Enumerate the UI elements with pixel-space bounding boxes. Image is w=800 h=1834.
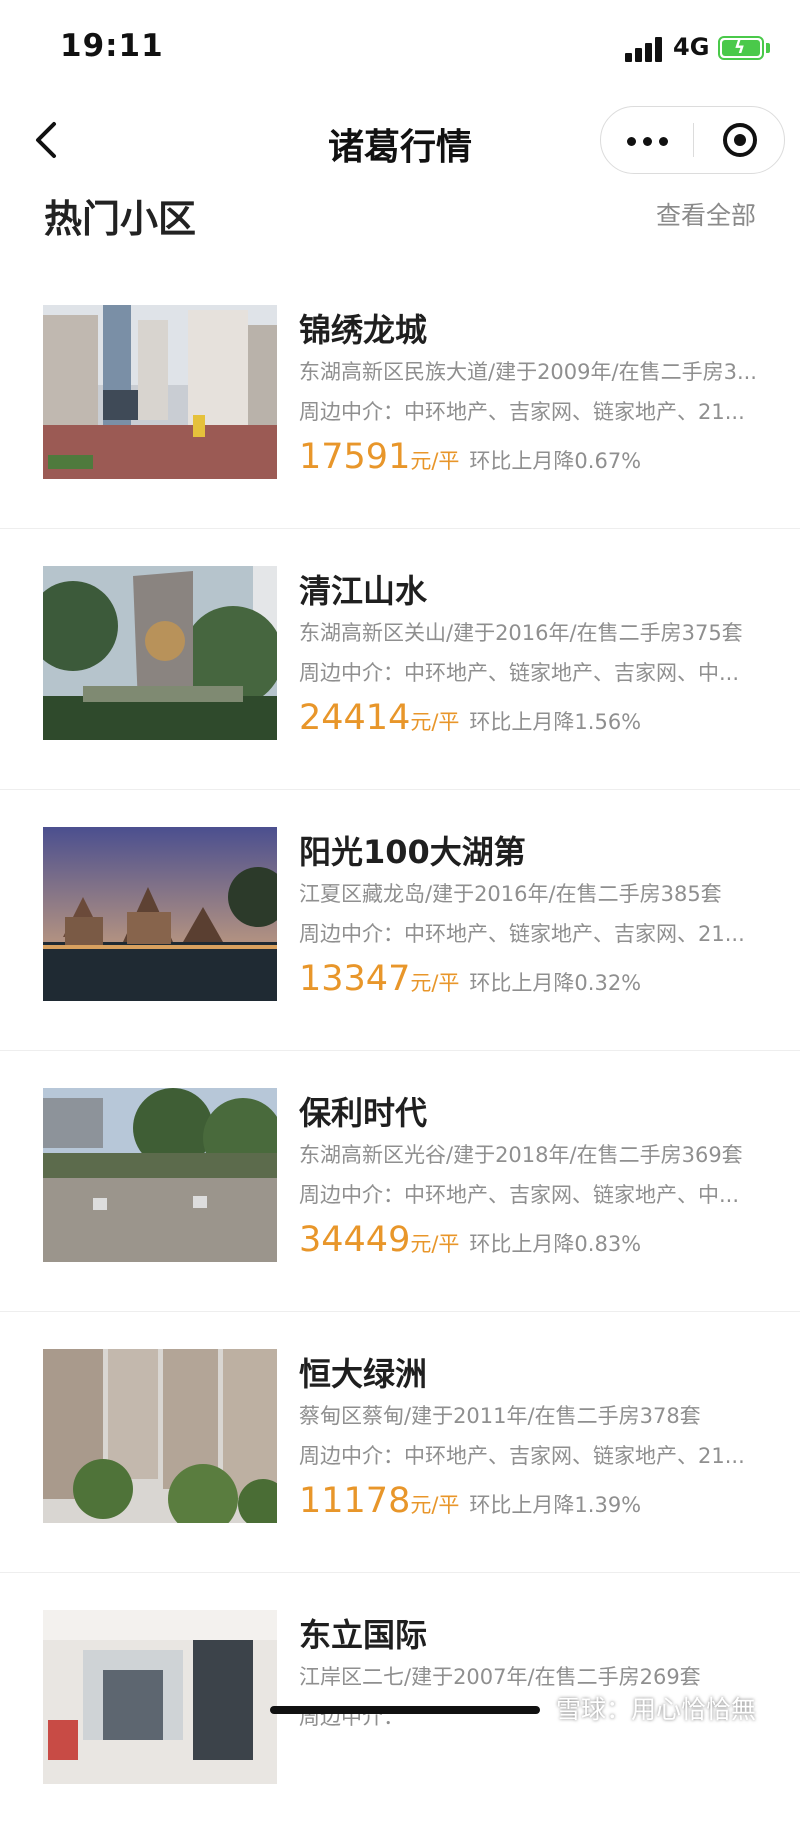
community-photo xyxy=(43,827,277,1001)
price-change: 环比上月降0.32% xyxy=(469,971,642,995)
miniprogram-capsule xyxy=(600,106,785,174)
network-type: 4G xyxy=(673,33,710,61)
price-value: 17591 xyxy=(299,437,411,477)
watermark: 雪球：用心恰恰無 xyxy=(556,1695,757,1724)
community-list: 锦绣龙城 东湖高新区民族大道/建于2009年/在售二手房3... 周边中介：中环… xyxy=(0,268,800,1834)
price-change: 环比上月降1.39% xyxy=(469,1493,642,1517)
price-change: 环比上月降1.56% xyxy=(469,710,642,734)
community-detail: 东湖高新区光谷/建于2018年/在售二手房369套 xyxy=(299,1143,743,1167)
community-agents: 周边中介：中环地产、吉家网、链家地产、21... xyxy=(299,1444,745,1468)
price-unit: 元/平 xyxy=(410,710,460,734)
price-value: 13347 xyxy=(299,959,411,999)
community-item[interactable]: 清江山水 东湖高新区关山/建于2016年/在售二手房375套 周边中介：中环地产… xyxy=(0,529,800,790)
community-item[interactable]: 阳光100大湖第 江夏区藏龙岛/建于2016年/在售二手房385套 周边中介：中… xyxy=(0,790,800,1051)
section-title: 热门小区 xyxy=(44,197,197,241)
community-agents: 周边中介：中环地产、链家地产、吉家网、21... xyxy=(299,922,745,946)
community-name: 锦绣龙城 xyxy=(299,311,428,349)
community-name: 东立国际 xyxy=(299,1616,428,1654)
community-item[interactable]: 锦绣龙城 东湖高新区民族大道/建于2009年/在售二手房3... 周边中介：中环… xyxy=(0,268,800,529)
price-unit: 元/平 xyxy=(410,971,460,995)
price-unit: 元/平 xyxy=(410,1232,460,1256)
community-photo xyxy=(43,1088,277,1262)
community-item[interactable]: 恒大绿洲 蔡甸区蔡甸/建于2011年/在售二手房378套 周边中介：中环地产、吉… xyxy=(0,1312,800,1573)
community-agents: 周边中介：中环地产、吉家网、链家地产、中... xyxy=(299,1183,740,1207)
battery-charging-icon: ϟ xyxy=(718,36,764,60)
home-indicator[interactable] xyxy=(270,1706,540,1714)
community-detail: 东湖高新区关山/建于2016年/在售二手房375套 xyxy=(299,621,743,645)
community-photo xyxy=(43,1610,277,1784)
battery-tip xyxy=(766,43,770,53)
price-unit: 元/平 xyxy=(410,449,460,473)
community-detail: 东湖高新区民族大道/建于2009年/在售二手房3... xyxy=(299,360,757,384)
close-target-icon[interactable] xyxy=(721,121,759,159)
community-agents: 周边中介：中环地产、链家地产、吉家网、中... xyxy=(299,661,740,685)
community-name: 清江山水 xyxy=(299,572,428,610)
price-value: 24414 xyxy=(299,698,411,738)
price-row: 17591元/平 环比上月降0.67% xyxy=(299,432,759,482)
nav-bar: 诸葛行情 xyxy=(0,100,800,180)
community-agents: 周边中介：中环地产、吉家网、链家地产、21... xyxy=(299,400,745,424)
price-change: 环比上月降0.67% xyxy=(469,449,642,473)
community-item[interactable]: 保利时代 东湖高新区光谷/建于2018年/在售二手房369套 周边中介：中环地产… xyxy=(0,1051,800,1312)
price-change: 环比上月降0.83% xyxy=(469,1232,642,1256)
price-row: 13347元/平 环比上月降0.32% xyxy=(299,954,759,1004)
price-row xyxy=(299,1737,759,1787)
signal-icon xyxy=(625,36,667,62)
community-name: 阳光100大湖第 xyxy=(299,833,526,871)
community-name: 恒大绿洲 xyxy=(299,1355,428,1393)
status-time: 19:11 xyxy=(60,28,164,64)
price-row: 11178元/平 环比上月降1.39% xyxy=(299,1476,759,1526)
price-row: 24414元/平 环比上月降1.56% xyxy=(299,693,759,743)
price-unit: 元/平 xyxy=(410,1493,460,1517)
community-detail: 蔡甸区蔡甸/建于2011年/在售二手房378套 xyxy=(299,1404,701,1428)
more-icon[interactable] xyxy=(601,107,693,173)
community-photo xyxy=(43,1349,277,1523)
view-all-link[interactable]: 查看全部 xyxy=(656,196,756,232)
community-photo xyxy=(43,566,277,740)
price-value: 34449 xyxy=(299,1220,411,1260)
status-bar: 19:11 4G ϟ xyxy=(0,0,800,100)
community-photo xyxy=(43,305,277,479)
community-name: 保利时代 xyxy=(299,1094,428,1132)
price-value: 11178 xyxy=(299,1481,411,1521)
community-detail: 江夏区藏龙岛/建于2016年/在售二手房385套 xyxy=(299,882,722,906)
capsule-divider xyxy=(693,123,694,157)
price-row: 34449元/平 环比上月降0.83% xyxy=(299,1215,759,1265)
